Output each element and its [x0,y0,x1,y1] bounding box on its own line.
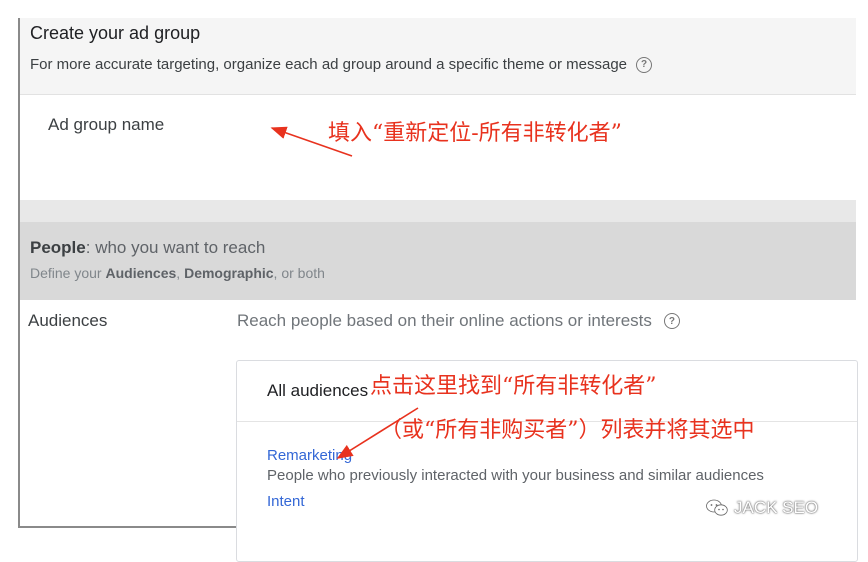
people-subtitle: Define your Audiences, Demographic, or b… [30,265,325,281]
all-audiences-title: All audiences [267,381,369,400]
remarketing-description: People who previously interacted with yo… [267,467,764,484]
help-circle-icon[interactable]: ? [663,313,680,329]
ad-group-name-label: Ad group name [48,115,165,134]
people-sub-pre: Define your [30,265,106,281]
audiences-description: Reach people based on their online actio… [237,311,680,331]
remarketing-option[interactable]: Remarketing [267,447,352,464]
subtitle-text: For more accurate targeting, organize ea… [30,56,627,73]
audiences-label: Audiences [28,311,108,330]
ad-group-name-row: Ad group name [20,95,856,199]
wechat-icon [706,499,728,516]
people-sub-audiences: Audiences [105,265,177,281]
page-title: Create your ad group [30,23,201,43]
people-title-rest: : who you want to reach [85,238,266,257]
ad-group-header: Create your ad group For more accurate t… [20,18,856,95]
annotation-or-list: （或“所有非购买者”）列表并将其选中 [380,418,755,443]
people-sub-post: , or both [273,265,325,281]
watermark-text: JACK SEO [734,498,819,517]
audiences-description-text: Reach people based on their online actio… [237,311,652,330]
annotation-fill-name: 填入“重新定位-所有非转化者” [328,121,622,146]
intent-option[interactable]: Intent [267,493,305,510]
page-subtitle: For more accurate targeting, organize ea… [30,56,652,73]
people-sub-demographic: Demographic [184,265,274,281]
watermark: JACK SEO [706,498,818,518]
people-title: People: who you want to reach [30,238,265,258]
help-circle-icon[interactable]: ? [636,56,652,73]
people-title-bold: People [30,238,86,257]
annotation-click-here: 点击这里找到“所有非转化者” [370,374,657,399]
people-sub-comma: , [176,265,185,281]
people-section-header: People: who you want to reach Define you… [20,222,856,300]
section-divider [20,200,856,222]
